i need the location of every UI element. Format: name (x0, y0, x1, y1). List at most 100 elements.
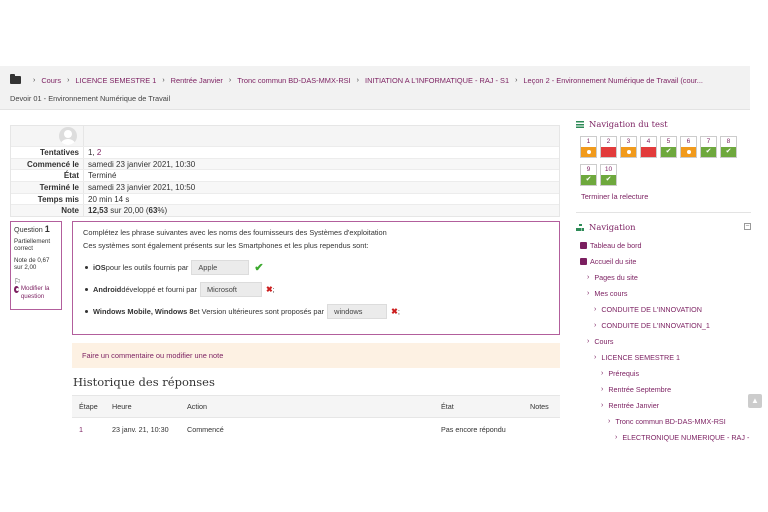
check-icon: ✔ (701, 147, 716, 157)
quiz-nav-button[interactable]: 10 ✔ (600, 164, 617, 186)
chevron-right-icon: › (594, 305, 597, 313)
nav-item[interactable]: › Rentrée Janvier (576, 397, 751, 413)
quiz-nav-button[interactable]: 9 ✔ (580, 164, 597, 186)
attempt-summary-table: Tentatives 1, 2 Commencé le samedi 23 ja… (10, 125, 560, 218)
nav-item[interactable]: › LICENCE SEMESTRE 1 (576, 349, 751, 365)
question-number: 7 (706, 138, 711, 145)
answer-item-ios: iOS pour les outils fournis par Apple ✔ (83, 257, 549, 277)
nav-item-label: Prérequis (608, 368, 640, 378)
question-number: 8 (726, 138, 731, 145)
folder-icon (10, 74, 21, 84)
partial-dot-icon (681, 147, 696, 157)
check-icon: ✔ (661, 147, 676, 157)
chevron-right-icon: › (356, 76, 360, 84)
nav-item[interactable]: › Prérequis (576, 365, 751, 381)
chevron-right-icon: › (594, 353, 597, 361)
question-number: 5 (666, 138, 671, 145)
edit-question-link[interactable]: Modifier la question (14, 285, 58, 300)
nav-item[interactable]: › Pages du site (576, 269, 751, 285)
nav-item[interactable]: › Cours (576, 333, 751, 349)
question-subtext: Ces systèmes sont également présents sur… (83, 241, 369, 250)
question-number: 2 (606, 138, 611, 145)
chevron-right-icon: › (608, 417, 611, 425)
chevron-right-icon: › (601, 401, 604, 409)
navigation-tree: Tableau de bord Accueil du site › Pages du … (576, 237, 751, 445)
chevron-right-icon: › (228, 76, 232, 84)
nav-item[interactable]: › ELECTRONIQUE NUMERIQUE - RAJ - (576, 429, 751, 445)
collapse-icon[interactable]: – (744, 223, 751, 230)
question-number: 4 (646, 138, 651, 145)
chevron-right-icon: › (601, 369, 604, 377)
chevron-right-icon: › (615, 433, 618, 441)
breadcrumb-link-lecon[interactable]: Leçon 2 - Environnement Numérique de Tra… (523, 76, 703, 85)
breadcrumb-link-tronc[interactable]: Tronc commun BD-DAS-MMX-RSI (237, 76, 350, 85)
chevron-right-icon: › (587, 289, 590, 297)
chevron-right-icon: › (515, 76, 518, 84)
question-number: 10 (604, 166, 613, 173)
quiz-nav-button[interactable]: 3 (620, 136, 637, 158)
answer-item-windows: Windows Mobile, Windows 8 et Version ult… (83, 301, 549, 321)
quiz-nav-button[interactable]: 7 ✔ (700, 136, 717, 158)
breadcrumb-link-rentree[interactable]: Rentrée Janvier (171, 76, 223, 85)
nav-item-label: ELECTRONIQUE NUMERIQUE - RAJ - (622, 432, 750, 442)
step-link[interactable]: 1 (72, 425, 112, 434)
breadcrumb-link-licence[interactable]: LICENCE SEMESTRE 1 (75, 76, 156, 85)
scroll-to-top-button[interactable]: ▲ (748, 394, 762, 408)
breadcrumb: › Cours › LICENCE SEMESTRE 1 › Rentrée J… (10, 74, 703, 86)
nav-item[interactable]: › Mes cours (576, 285, 751, 301)
flag-icon[interactable]: ⚐ (14, 277, 58, 286)
chevron-right-icon: › (587, 273, 590, 281)
question-content: Complétez les phrase suivantes avec les … (72, 221, 560, 335)
breadcrumb-link-cours[interactable]: Cours (41, 76, 61, 85)
quiz-nav-button[interactable]: 8 ✔ (720, 136, 737, 158)
incorrect-status (601, 147, 616, 157)
attempt-2-link[interactable]: 2 (97, 148, 101, 157)
nav-item-label: Tableau de bord (590, 240, 642, 250)
question-info-panel: Question 1 Partiellement correct Note de… (10, 221, 62, 310)
navigation-block: Navigation – Tableau de bord Accueil du s… (576, 221, 751, 445)
check-icon: ✔ (721, 147, 736, 157)
quiz-nav-title: Navigation du test (576, 118, 751, 130)
quiz-nav-button[interactable]: 1 (580, 136, 597, 158)
answer-field-android: Microsoft (199, 281, 262, 297)
divider (576, 212, 751, 213)
history-table: Étape Heure Action État Notes 1 23 janv.… (72, 395, 560, 441)
nav-item[interactable]: Accueil du site (576, 253, 751, 269)
nav-item[interactable]: › CONDUITE DE L'INNOVATION_1 (576, 317, 751, 333)
quiz-nav-button[interactable]: 2 (600, 136, 617, 158)
answer-item-android: Android développé et fourni par Microsof… (83, 279, 549, 299)
nav-item-label: Mes cours (594, 288, 628, 298)
nav-item[interactable]: › Tronc commun BD-DAS-MMX-RSI (576, 413, 751, 429)
breadcrumb-bar: › Cours › LICENCE SEMESTRE 1 › Rentrée J… (0, 66, 750, 110)
partial-dot-icon (581, 147, 596, 157)
sitemap-icon (576, 223, 584, 231)
quiz-review-page: › Cours › LICENCE SEMESTRE 1 › Rentrée J… (0, 0, 768, 512)
question-intro: Complétez les phrase suivantes avec les … (83, 228, 387, 237)
quiz-nav-button[interactable]: 4 (640, 136, 657, 158)
chevron-right-icon: › (67, 76, 70, 84)
breadcrumb-link-initiation[interactable]: INITIATION A L'INFORMATIQUE - RAJ - S1 (365, 76, 509, 85)
nav-item[interactable]: Tableau de bord (576, 237, 751, 253)
summary-row-finished: Terminé le samedi 23 janvier 2021, 10:50 (11, 181, 559, 193)
chevron-right-icon: › (587, 337, 590, 345)
nav-item-label: Pages du site (594, 272, 638, 282)
avatar[interactable] (59, 127, 77, 145)
summary-row-attempts: Tentatives 1, 2 (11, 146, 559, 158)
nav-item[interactable]: › Rentrée Septembre (576, 381, 751, 397)
finish-review-link[interactable]: Terminer la relecture (581, 192, 648, 201)
question-status: Partiellement correct (14, 237, 51, 253)
quiz-nav-button[interactable]: 5 ✔ (660, 136, 677, 158)
nav-item-label: LICENCE SEMESTRE 1 (601, 352, 681, 362)
comment-link[interactable]: Faire un commentaire ou modifier une not… (72, 343, 560, 368)
gear-icon (14, 286, 19, 293)
nav-item-label: CONDUITE DE L'INNOVATION_1 (601, 320, 710, 330)
chevron-right-icon: › (33, 76, 36, 84)
check-icon: ✔ (601, 175, 616, 185)
home-icon (580, 257, 587, 265)
breadcrumb-current: Devoir 01 - Environnement Numérique de T… (10, 94, 171, 103)
quiz-nav-button[interactable]: 6 (680, 136, 697, 158)
check-icon: ✔ (581, 175, 596, 185)
user-row (11, 126, 559, 146)
nav-item[interactable]: › CONDUITE DE L'INNOVATION (576, 301, 751, 317)
navigation-title: Navigation (576, 221, 751, 233)
